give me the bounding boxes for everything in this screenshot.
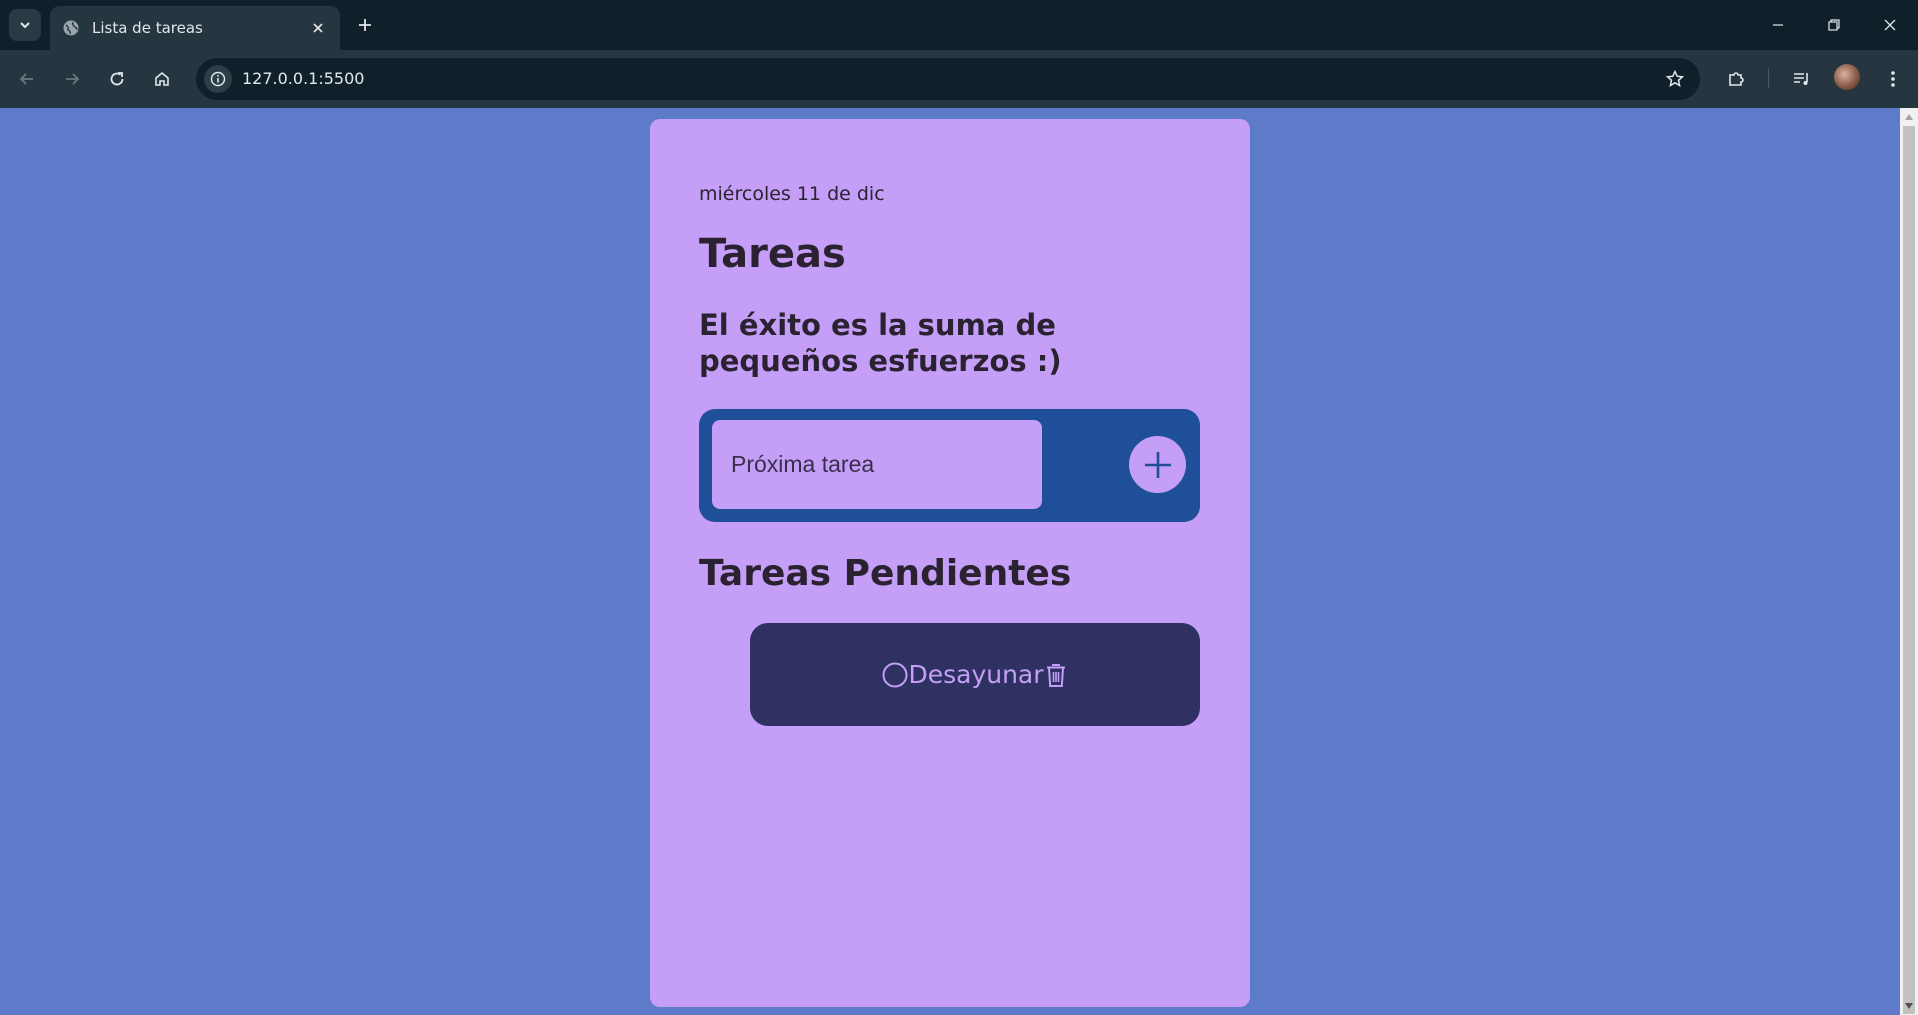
url-text[interactable]: 127.0.0.1:5500 — [242, 69, 364, 88]
chevron-down-icon — [20, 22, 30, 29]
bookmark-star-icon[interactable] — [1664, 68, 1686, 90]
menu-button[interactable] — [1878, 64, 1908, 94]
home-icon — [155, 71, 169, 86]
more-vertical-icon — [1891, 71, 1895, 87]
browser-tab[interactable]: Lista de tareas — [50, 6, 340, 50]
restore-button[interactable] — [1820, 12, 1848, 38]
scroll-up-icon[interactable] — [1904, 112, 1914, 122]
globe-icon — [62, 19, 80, 37]
home-button[interactable] — [147, 64, 177, 94]
restore-icon — [1828, 19, 1840, 31]
minimize-icon — [1773, 24, 1783, 26]
arrow-left-icon — [19, 73, 33, 85]
plus-icon — [1144, 451, 1171, 478]
close-icon — [1884, 19, 1896, 31]
browser-toolbar: 127.0.0.1:5500 — [0, 50, 1918, 108]
reload-icon — [110, 72, 124, 86]
task-label: Desayunar — [908, 660, 1044, 689]
close-window-button[interactable] — [1876, 12, 1904, 38]
scrollbar-thumb[interactable] — [1903, 126, 1915, 1014]
new-tab-button[interactable] — [353, 13, 377, 37]
site-info-icon[interactable] — [204, 65, 232, 93]
reload-button[interactable] — [102, 64, 132, 94]
arrow-right-icon — [66, 73, 80, 85]
page-title: Tareas — [699, 231, 846, 277]
playlist-icon — [1794, 73, 1808, 85]
task-card: miércoles 11 de dic Tareas El éxito es l… — [650, 119, 1250, 1007]
pending-tasks-heading: Tareas Pendientes — [699, 553, 1072, 594]
page-scrollbar[interactable] — [1900, 108, 1918, 1015]
close-icon[interactable] — [308, 18, 328, 38]
tab-search-button[interactable] — [9, 9, 41, 41]
forward-button[interactable] — [57, 64, 87, 94]
task-item: Desayunar — [750, 623, 1200, 726]
back-button[interactable] — [12, 64, 42, 94]
plus-icon — [359, 19, 371, 31]
browser-tab-bar: Lista de tareas — [0, 0, 1918, 50]
minimize-button[interactable] — [1764, 12, 1792, 38]
profile-avatar[interactable] — [1834, 64, 1860, 90]
add-task-button[interactable] — [1129, 436, 1186, 493]
current-date: miércoles 11 de dic — [699, 183, 885, 205]
tab-title: Lista de tareas — [92, 19, 203, 37]
media-control-button[interactable] — [1787, 64, 1817, 94]
puzzle-icon — [1729, 72, 1744, 86]
toolbar-divider — [1768, 68, 1769, 88]
add-task-form — [699, 409, 1200, 522]
scroll-down-icon[interactable] — [1904, 1001, 1914, 1011]
trash-icon[interactable] — [1044, 661, 1068, 689]
extensions-button[interactable] — [1721, 64, 1751, 94]
circle-icon[interactable] — [882, 662, 908, 688]
motto-text: El éxito es la suma de pequeños esfuerzo… — [699, 308, 1062, 378]
task-input[interactable] — [712, 420, 1042, 509]
address-bar[interactable]: 127.0.0.1:5500 — [196, 58, 1700, 100]
